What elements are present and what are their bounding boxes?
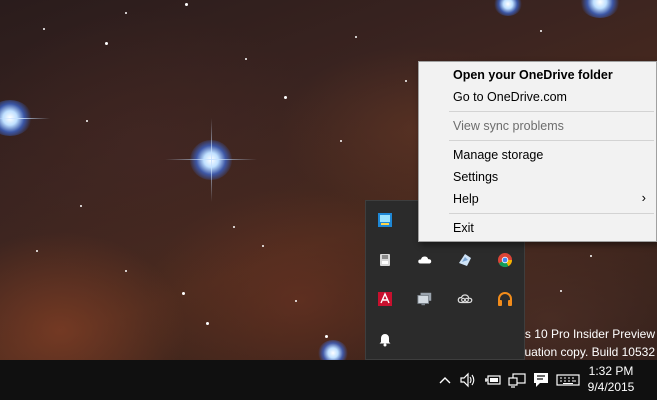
action-center-icon[interactable] — [532, 371, 550, 389]
usb-drive-icon[interactable] — [377, 252, 393, 268]
star — [125, 270, 127, 272]
star — [182, 292, 185, 295]
headphones-icon[interactable] — [497, 291, 513, 307]
star-spike — [0, 118, 50, 119]
menu-item-open-folder[interactable]: Open your OneDrive folder — [453, 68, 613, 82]
menu-separator — [449, 140, 654, 141]
onedrive-cloud-icon[interactable] — [417, 252, 433, 268]
notification-bell-icon[interactable] — [377, 331, 393, 347]
clock[interactable]: 1:32 PM 9/4/2015 — [581, 363, 641, 395]
menu-separator — [449, 213, 654, 214]
star — [245, 58, 247, 60]
star — [105, 42, 108, 45]
watermark-line-1: ws 10 Pro Insider Preview — [516, 327, 655, 341]
onedrive-context-menu: Open your OneDrive folder Go to OneDrive… — [418, 61, 657, 242]
star — [233, 226, 235, 228]
star — [590, 255, 592, 257]
volume-icon[interactable] — [459, 371, 477, 389]
star — [284, 96, 287, 99]
star — [560, 290, 562, 292]
network-icon[interactable] — [508, 371, 526, 389]
star — [340, 140, 342, 142]
star — [43, 28, 45, 30]
menu-item-exit[interactable]: Exit — [453, 221, 474, 235]
star — [540, 30, 542, 32]
bright-star — [494, 0, 522, 16]
star — [355, 36, 357, 38]
menu-separator — [449, 111, 654, 112]
menu-item-manage-storage[interactable]: Manage storage — [453, 148, 543, 162]
star — [185, 3, 188, 6]
star — [295, 300, 297, 302]
menu-item-settings[interactable]: Settings — [453, 170, 498, 184]
bright-star — [580, 0, 620, 18]
show-hidden-icons-chevron-icon[interactable] — [438, 371, 452, 389]
star — [125, 12, 127, 14]
bright-star — [318, 340, 348, 360]
star — [36, 250, 38, 252]
display-icon[interactable] — [417, 291, 433, 307]
submenu-arrow-icon: › — [641, 190, 646, 205]
menu-item-go-to-onedrive[interactable]: Go to OneDrive.com — [453, 90, 567, 104]
watermark-line-2: uation copy. Build 10532 — [524, 345, 655, 359]
keyboard-icon[interactable] — [556, 371, 580, 389]
sync-icon[interactable] — [457, 252, 473, 268]
clock-date: 9/4/2015 — [587, 380, 635, 394]
chrome-icon[interactable] — [497, 252, 513, 268]
taskbar: 1:32 PM 9/4/2015 — [0, 360, 657, 400]
star — [86, 120, 88, 122]
creative-cloud-icon[interactable] — [457, 291, 473, 307]
clock-time: 1:32 PM — [588, 364, 634, 378]
menu-item-help[interactable]: Help — [453, 192, 479, 206]
star — [405, 80, 407, 82]
power-icon[interactable] — [484, 371, 502, 389]
menu-item-view-sync-problems: View sync problems — [453, 119, 564, 133]
adobe-icon[interactable] — [377, 291, 393, 307]
star-spike — [211, 118, 212, 202]
star — [80, 205, 82, 207]
star — [325, 335, 328, 338]
network-monitor-icon[interactable] — [377, 212, 393, 228]
star — [206, 322, 209, 325]
star — [262, 245, 264, 247]
